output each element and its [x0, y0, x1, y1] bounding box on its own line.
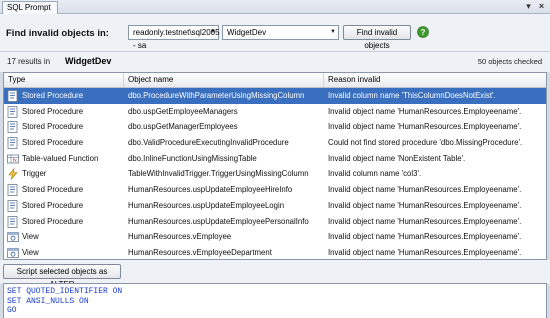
- cell-reason-invalid: Invalid object name 'HumanResources.Empl…: [328, 122, 522, 132]
- table-row[interactable]: Stored Procedure HumanResources.uspUpdate…: [4, 198, 546, 214]
- results-count: 17 results in: [7, 57, 51, 66]
- table-row[interactable]: Stored Procedure HumanResources.uspUpdate…: [4, 214, 546, 230]
- find-invalid-objects-button[interactable]: Find invalid objects: [343, 25, 411, 50]
- cell-object-name: HumanResources.vEmployeeDepartment: [128, 247, 272, 257]
- stored-procedure-icon: [7, 105, 19, 118]
- tab-sql-prompt[interactable]: SQL Prompt: [2, 1, 58, 14]
- table-row[interactable]: Stored Procedure dbo.uspGetEmployeeManage…: [4, 104, 546, 120]
- cell-type: Table-valued Function: [22, 153, 99, 163]
- cell-reason-invalid: Invalid column name 'col3'.: [328, 169, 422, 179]
- grid-rows: Stored Procedure dbo.ProcedureWithParamet…: [4, 88, 546, 259]
- cell-type: Stored Procedure: [22, 138, 84, 148]
- database-dropdown-value: WidgetDev: [227, 28, 267, 37]
- panel-titlebar: SQL Prompt ▾ ×: [0, 0, 550, 14]
- stored-procedure-icon: [7, 184, 19, 197]
- table-row[interactable]: View HumanResources.vEmployeeDepartment In…: [4, 245, 546, 259]
- cell-reason-invalid: Invalid object name 'HumanResources.Empl…: [328, 200, 522, 210]
- cell-object-name: HumanResources.uspUpdateEmployeeLogin: [128, 200, 285, 210]
- cell-type: Trigger: [22, 169, 47, 179]
- script-as-alter-button[interactable]: Script selected objects as ALTER: [3, 264, 121, 289]
- cell-type: Stored Procedure: [22, 122, 84, 132]
- cell-object-name: dbo.ProcedureWithParameterUsingMissingCo…: [128, 91, 305, 100]
- cell-reason-invalid: Invalid column name 'ThisColumnDoesNotEx…: [328, 91, 496, 100]
- table-row[interactable]: Stored Procedure dbo.ValidProcedureExecut…: [4, 135, 546, 151]
- cell-type: View: [22, 232, 39, 242]
- cell-object-name: dbo.InlineFunctionUsingMissingTable: [128, 153, 257, 163]
- alter-bar: Script selected objects as ALTER: [0, 260, 550, 289]
- chevron-down-icon[interactable]: ▼: [210, 26, 216, 39]
- cell-reason-invalid: Invalid object name 'HumanResources.Empl…: [328, 216, 522, 226]
- cell-type: View: [22, 247, 39, 257]
- table-row[interactable]: Stored Procedure dbo.ProcedureWithParamet…: [4, 88, 546, 104]
- cell-reason-invalid: Invalid object name 'HumanResources.Empl…: [328, 247, 522, 257]
- sql-line: SET ANSI_NULLS ON: [7, 296, 89, 306]
- stored-procedure-icon: [7, 90, 19, 102]
- cell-reason-invalid: Invalid object name 'HumanResources.Empl…: [328, 185, 522, 195]
- stored-procedure-icon: [7, 199, 19, 212]
- find-label: Find invalid objects in:: [6, 28, 109, 39]
- grid-header: Type Object name Reason invalid: [4, 73, 546, 88]
- results-database: WidgetDev: [65, 56, 112, 66]
- close-icon[interactable]: ×: [536, 1, 547, 12]
- svg-text:?: ?: [421, 28, 426, 37]
- table-row[interactable]: Stored Procedure dbo.uspGetManagerEmploye…: [4, 119, 546, 135]
- cell-object-name: HumanResources.vEmployee: [128, 232, 232, 242]
- cell-object-name: dbo.ValidProcedureExecutingInvalidProced…: [128, 138, 289, 148]
- cell-type: Stored Procedure: [22, 106, 84, 116]
- cell-object-name: HumanResources.uspUpdateEmployeeHireInfo: [128, 185, 293, 195]
- cell-type: Stored Procedure: [22, 185, 84, 195]
- table-row[interactable]: View HumanResources.vEmployee Invalid obje…: [4, 229, 546, 245]
- cell-reason-invalid: Invalid object name 'HumanResources.Empl…: [328, 106, 522, 116]
- sql-script-pane[interactable]: SET QUOTED_IDENTIFIER ON SET ANSI_NULLS …: [3, 283, 547, 318]
- trigger-icon: [7, 167, 19, 181]
- table-row[interactable]: Stored Procedure HumanResources.uspUpdate…: [4, 182, 546, 198]
- cell-type: Stored Procedure: [22, 216, 84, 226]
- server-dropdown[interactable]: readonly.testnet\sql2005 - sa ▼: [128, 25, 220, 50]
- table-row[interactable]: fx Table-valued Function dbo.InlineFunctio…: [4, 151, 546, 167]
- cell-type: Stored Procedure: [22, 200, 84, 210]
- server-dropdown-value: readonly.testnet\sql2005 - sa: [133, 28, 220, 50]
- objects-checked-count: 50 objects checked: [477, 57, 542, 66]
- stored-procedure-icon: [7, 215, 19, 228]
- help-icon[interactable]: ?: [417, 26, 429, 38]
- cell-object-name: HumanResources.uspUpdateEmployeePersonal…: [128, 216, 309, 226]
- chevron-down-icon[interactable]: ▼: [330, 26, 336, 39]
- svg-text:fx: fx: [13, 158, 17, 164]
- column-header-type[interactable]: Type: [4, 73, 124, 87]
- window-pin-icon[interactable]: ▾: [523, 1, 534, 12]
- cell-reason-invalid: Invalid object name 'HumanResources.Empl…: [328, 232, 522, 242]
- cell-object-name: dbo.uspGetEmployeeManagers: [128, 106, 238, 116]
- cell-object-name: dbo.uspGetManagerEmployees: [128, 122, 238, 132]
- column-header-object-name[interactable]: Object name: [124, 73, 324, 87]
- sql-line: GO: [7, 306, 17, 315]
- table-row[interactable]: Trigger TableWithInvalidTrigger.TriggerUs…: [4, 166, 546, 182]
- view-icon: [7, 247, 19, 259]
- invalid-objects-grid[interactable]: Type Object name Reason invalid Stored P…: [3, 72, 547, 260]
- cell-reason-invalid: Could not find stored procedure 'dbo.Mis…: [328, 138, 523, 148]
- table-valued-function-icon: fx: [7, 153, 19, 165]
- sql-line: SET QUOTED_IDENTIFIER ON: [7, 287, 123, 296]
- stored-procedure-icon: [7, 121, 19, 134]
- database-dropdown[interactable]: WidgetDev ▼: [222, 25, 339, 40]
- column-header-reason-invalid[interactable]: Reason invalid: [324, 73, 546, 87]
- stored-procedure-icon: [7, 137, 19, 149]
- view-icon: [7, 231, 19, 243]
- cell-type: Stored Procedure: [22, 91, 84, 100]
- cell-object-name: TableWithInvalidTrigger.TriggerUsingMiss…: [128, 169, 309, 179]
- results-summary-bar: 17 results in WidgetDev 50 objects check…: [0, 52, 550, 72]
- find-bar: Find invalid objects in: readonly.testne…: [0, 14, 550, 52]
- cell-reason-invalid: Invalid object name 'NonExistent Table'.: [328, 153, 466, 163]
